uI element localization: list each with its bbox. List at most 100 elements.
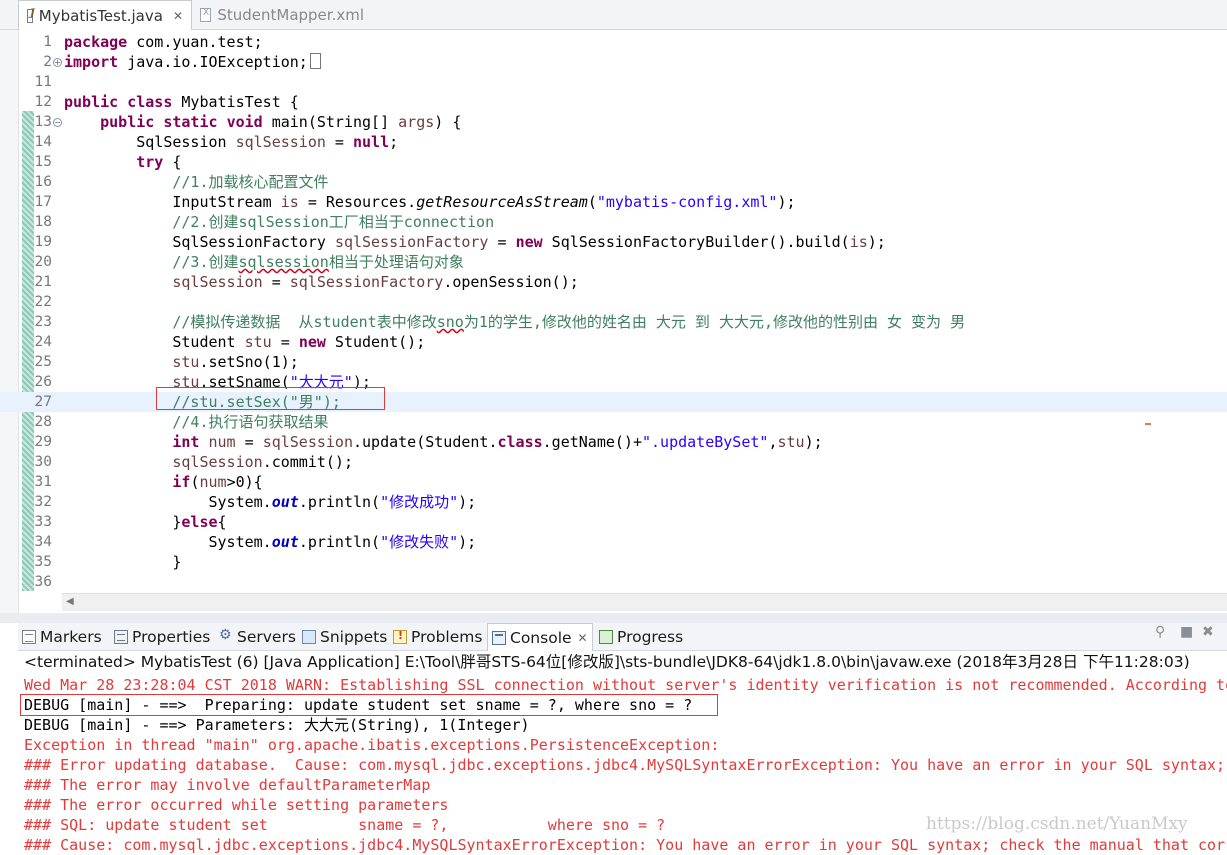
code-line: 11 — [0, 72, 1227, 92]
tab-mybatistest-java[interactable]: MybatisTest.java ✕ — [18, 0, 192, 31]
console-line: ### Cause: com.mysql.jdbc.exceptions.jdb… — [24, 836, 1227, 854]
console-line: ### The error may involve defaultParamet… — [24, 776, 431, 794]
code-line: 20 //3.创建sqlsession相当于处理语句对象 — [0, 252, 1227, 272]
code-line: 15 try { — [0, 152, 1227, 172]
code-line: 34 System.out.println("修改失败"); — [0, 532, 1227, 552]
tab-properties[interactable]: Properties — [114, 623, 210, 651]
problems-icon — [393, 629, 407, 644]
line-number: 29 — [34, 434, 52, 450]
line-number: 30 — [34, 454, 52, 470]
line-number: 17 — [34, 194, 52, 210]
close-tab-icon[interactable]: ✕ — [173, 9, 183, 23]
line-number: 22 — [34, 294, 52, 310]
line-number: 15 — [34, 154, 52, 170]
tab-label: MybatisTest.java — [38, 7, 163, 25]
code-line: 12 public class MybatisTest { — [0, 92, 1227, 112]
code-line: 32 System.out.println("修改成功"); — [0, 492, 1227, 512]
xml-file-icon — [200, 8, 212, 22]
line-number: 13 — [34, 114, 52, 130]
servers-icon — [219, 627, 233, 644]
scroll-left-arrow-icon[interactable]: ◀ — [66, 596, 74, 607]
close-console-icon[interactable]: ✕ — [578, 631, 588, 645]
line-number: 16 — [34, 174, 52, 190]
line-number: 20 — [34, 254, 52, 270]
line-number: 14 — [34, 134, 52, 150]
code-line: 21 sqlSession = sqlSessionFactory.openSe… — [0, 272, 1227, 292]
tab-markers[interactable]: Markers — [22, 623, 102, 651]
code-line: 1 package com.yuan.test; — [0, 32, 1227, 52]
collapse-fold-icon[interactable]: − — [53, 118, 62, 127]
line-number: 33 — [34, 514, 52, 530]
code-line: 22 — [0, 292, 1227, 312]
code-line: 13 − public static void main(String[] ar… — [0, 112, 1227, 132]
line-number: 28 — [34, 414, 52, 430]
view-tab-bar: Markers Properties Servers Snippets Prob… — [18, 623, 1227, 652]
code-line: 17 InputStream is = Resources.getResourc… — [0, 192, 1227, 212]
highlight-box-setsex — [156, 387, 385, 410]
line-number: 18 — [34, 214, 52, 230]
console-icon — [492, 631, 506, 645]
code-line: 23 //模拟传递数据 从student表中修改sno为1的学生,修改他的姓名由… — [0, 312, 1227, 332]
tab-problems[interactable]: Problems — [393, 623, 482, 651]
tab-progress[interactable]: Progress — [599, 623, 683, 651]
java-file-icon — [27, 8, 34, 23]
code-line: 36 — [0, 572, 1227, 592]
tab-console[interactable]: Console ✕ — [487, 623, 593, 652]
panel-separator[interactable] — [0, 613, 1227, 623]
code-line: 24 Student stu = new Student(); — [0, 332, 1227, 352]
code-line: 29 int num = sqlSession.update(Student.c… — [0, 432, 1227, 452]
line-number: 25 — [34, 354, 52, 370]
console-line: DEBUG [main] - ==> Parameters: 大大元(Strin… — [24, 716, 530, 734]
console-line: Wed Mar 28 23:28:04 CST 2018 WARN: Estab… — [24, 676, 1227, 694]
code-line: 31 if(num>0){ — [0, 472, 1227, 492]
line-number: 21 — [34, 274, 52, 290]
code-line: 25 stu.setSno(1); — [0, 352, 1227, 372]
terminate-icon[interactable]: ■ — [1180, 624, 1193, 640]
tab-snippets[interactable]: Snippets — [302, 623, 387, 651]
remove-launch-icon[interactable]: ✖ — [1202, 624, 1214, 640]
line-number: 26 — [34, 374, 52, 390]
code-line: 33 }else{ — [0, 512, 1227, 532]
pin-console-icon[interactable]: ⚲ — [1155, 624, 1165, 640]
progress-icon — [599, 630, 613, 644]
console-line: ### Error updating database. Cause: com.… — [24, 756, 1226, 774]
line-number: 19 — [34, 234, 52, 250]
line-number: 12 — [34, 94, 52, 110]
tab-studentmapper-xml[interactable]: StudentMapper.xml — [192, 0, 372, 30]
console-line: ### SQL: update student set sname = ?, w… — [24, 816, 666, 834]
line-number: 11 — [34, 74, 52, 90]
line-number: 36 — [34, 574, 52, 590]
collapsed-imports-icon[interactable] — [309, 53, 321, 69]
tab-label: StudentMapper.xml — [217, 6, 364, 24]
line-number: 34 — [34, 534, 52, 550]
editor-tab-bar: MybatisTest.java ✕ StudentMapper.xml — [0, 0, 1227, 31]
console-status-line: <terminated> MybatisTest (6) [Java Appli… — [24, 653, 1190, 671]
line-number: 32 — [34, 494, 52, 510]
tab-servers[interactable]: Servers — [219, 623, 296, 651]
code-line: 14 SqlSession sqlSession = null; — [0, 132, 1227, 152]
watermark: https://blog.csdn.net/YuanMxy — [926, 814, 1188, 834]
properties-icon — [114, 630, 128, 644]
highlight-box-preparing — [20, 694, 718, 716]
code-line: 18 //2.创建sqlSession工厂相当于connection — [0, 212, 1227, 232]
console-line: ### The error occurred while setting par… — [24, 796, 449, 814]
line-number: 31 — [34, 474, 52, 490]
line-number: 2 — [43, 54, 52, 70]
line-number: 27 — [34, 394, 52, 410]
line-number: 23 — [34, 314, 52, 330]
code-line: 16 //1.加载核心配置文件 — [0, 172, 1227, 192]
line-number: 1 — [43, 34, 52, 50]
line-number: 24 — [34, 334, 52, 350]
code-line: 30 sqlSession.commit(); — [0, 452, 1227, 472]
code-line: 19 SqlSessionFactory sqlSessionFactory =… — [0, 232, 1227, 252]
horizontal-scrollbar[interactable] — [62, 593, 1227, 611]
code-line: 35 } — [0, 552, 1227, 572]
markers-icon — [22, 630, 36, 644]
overview-ruler-marker[interactable] — [1145, 423, 1151, 425]
line-number: 35 — [34, 554, 52, 570]
code-line: 28 //4.执行语句获取结果 — [0, 412, 1227, 432]
expand-fold-icon[interactable]: + — [53, 58, 62, 67]
console-line: Exception in thread "main" org.apache.ib… — [24, 736, 729, 754]
code-line: 2 + import java.io.IOException; — [0, 52, 1227, 72]
snippets-icon — [302, 630, 316, 644]
